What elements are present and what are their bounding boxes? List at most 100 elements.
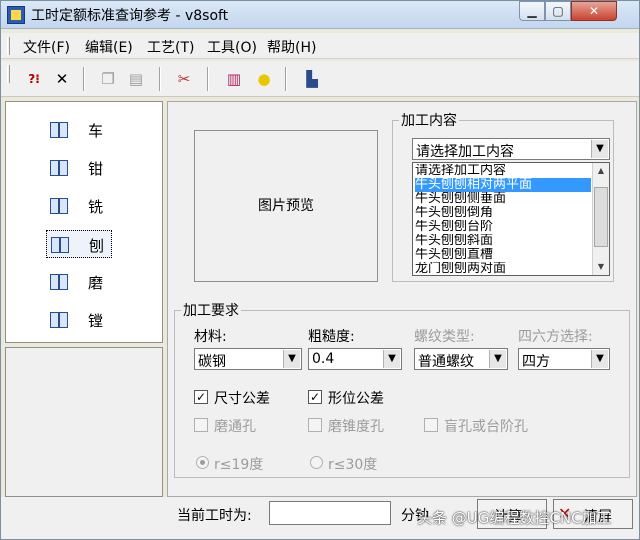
machining-requirements-legend: 加工要求 — [183, 303, 239, 319]
current-time-field[interactable] — [269, 501, 391, 525]
chevron-down-icon[interactable]: ▼ — [283, 350, 300, 368]
scroll-up-icon[interactable]: ▲ — [593, 163, 609, 179]
roughness-select[interactable]: 0.4 ▼ — [308, 348, 402, 370]
menu-process[interactable]: 工艺(T) — [147, 37, 194, 57]
scroll-down-icon[interactable]: ▼ — [593, 259, 609, 275]
close-x-icon[interactable]: ✕ — [51, 68, 73, 90]
radio-empty-icon — [310, 456, 323, 469]
chevron-down-icon[interactable]: ▼ — [489, 350, 506, 368]
book-icon — [50, 312, 68, 328]
app-window: 工时定额标准查询参考 - v8soft ▁ ▢ ✕ 文件(F) 编辑(E) 工艺… — [0, 0, 640, 540]
nav-item-label: 钳 — [88, 160, 104, 178]
angle-30-radio[interactable]: r≤30度 — [310, 454, 400, 473]
geometric-tolerance-checkbox[interactable]: ✓ 形位公差 — [308, 388, 408, 407]
machining-content-legend: 加工内容 — [401, 113, 457, 129]
dropdown-option[interactable]: 牛头刨刨斜面 — [415, 234, 591, 248]
radio-selected-icon — [196, 456, 209, 469]
grind-through-hole-checkbox[interactable]: 磨通孔 — [194, 416, 294, 435]
material-label: 材料: — [194, 329, 227, 345]
grind-through-hole-label: 磨通孔 — [214, 419, 256, 435]
image-preview-label: 图片预览 — [258, 198, 314, 214]
exit-door-icon[interactable]: ▙ — [301, 68, 323, 90]
nav-item-grinding[interactable]: 磨 — [46, 268, 112, 296]
result-bar: 当前工时为: 分钟 计算 ✕ 清屏 头条 @UG编程数控CNC加工 — [1, 497, 639, 539]
dropdown-option[interactable]: 牛头刨刨倒角 — [415, 206, 591, 220]
roughness-value: 0.4 — [312, 351, 335, 367]
dropdown-option[interactable]: 龙门刨刨两对面 — [415, 262, 591, 275]
material-value: 碳钢 — [198, 354, 226, 370]
grind-taper-hole-checkbox[interactable]: 磨锥度孔 — [308, 416, 408, 435]
nav-item-label: 车 — [88, 122, 104, 140]
tools-icon[interactable]: ✂ — [173, 68, 195, 90]
title-bar: 工时定额标准查询参考 - v8soft ▁ ▢ ✕ — [1, 1, 639, 29]
checkmark-icon: ✓ — [194, 390, 208, 404]
nav-item-fitting[interactable]: 钳 — [46, 154, 112, 182]
blind-step-hole-checkbox[interactable]: 盲孔或台阶孔 — [424, 416, 544, 435]
close-button[interactable]: ✕ — [571, 1, 617, 21]
angle-19-label: r≤19度 — [214, 457, 264, 473]
copy-icon[interactable]: ❐ — [97, 68, 119, 90]
hex-select-value: 四方 — [522, 354, 550, 370]
book-icon — [50, 122, 68, 138]
menu-file[interactable]: 文件(F) — [23, 37, 70, 57]
paste-icon[interactable]: ▤ — [125, 68, 147, 90]
machining-content-value: 请选择加工内容 — [416, 144, 514, 160]
watermark-text: 头条 @UG编程数控CNC加工 — [417, 509, 612, 527]
maximize-button[interactable]: ▢ — [545, 1, 571, 21]
checkbox-box — [308, 418, 322, 432]
app-icon — [7, 6, 25, 24]
nav-item-planing[interactable]: 刨 — [46, 230, 112, 258]
chevron-down-icon[interactable]: ▼ — [383, 350, 400, 368]
help-pointer-icon[interactable]: ?⁝ — [23, 68, 45, 90]
checkbox-box — [194, 418, 208, 432]
thread-type-select[interactable]: 普通螺纹 ▼ — [414, 348, 508, 370]
menu-edit[interactable]: 编辑(E) — [85, 37, 133, 57]
material-select[interactable]: 碳钢 ▼ — [194, 348, 302, 370]
chevron-down-icon[interactable]: ▼ — [591, 350, 608, 368]
toolbar-separator — [207, 67, 209, 91]
hex-select[interactable]: 四方 ▼ — [518, 348, 610, 370]
nav-item-boring[interactable]: 镗 — [46, 306, 112, 334]
machining-content-select[interactable]: 请选择加工内容 ▼ — [412, 138, 610, 160]
nav-item-milling[interactable]: 铣 — [46, 192, 112, 220]
book-icon — [51, 237, 69, 253]
scroll-thumb[interactable] — [594, 187, 608, 247]
checkmark-icon: ✓ — [308, 390, 322, 404]
nav-item-label: 铣 — [88, 198, 104, 216]
menu-bar: 文件(F) 编辑(E) 工艺(T) 工具(O) 帮助(H) — [1, 33, 639, 59]
dropdown-scrollbar[interactable]: ▲ ▼ — [592, 163, 609, 275]
angle-19-radio[interactable]: r≤19度 — [196, 454, 286, 473]
book-icon — [50, 160, 68, 176]
toolbar-grip-icon — [7, 65, 10, 83]
nav-item-label: 镗 — [88, 312, 104, 330]
main-panel: 图片预览 加工内容 请选择加工内容 ▼ 请选择加工内容 牛头刨刨相对两平面 牛头… — [167, 101, 637, 497]
nav-item-label: 刨 — [89, 237, 105, 255]
thread-type-value: 普通螺纹 — [418, 354, 474, 370]
dimension-tolerance-checkbox[interactable]: ✓ 尺寸公差 — [194, 388, 294, 407]
dropdown-option[interactable]: 牛头刨刨侧垂面 — [415, 192, 591, 206]
angle-30-label: r≤30度 — [328, 457, 378, 473]
dropdown-option[interactable]: 牛头刨刨直槽 — [415, 248, 591, 262]
grind-taper-hole-label: 磨锥度孔 — [328, 419, 384, 435]
dropdown-option[interactable]: 请选择加工内容 — [415, 164, 591, 178]
lightbulb-icon[interactable]: ● — [253, 68, 275, 90]
thread-type-label: 螺纹类型: — [414, 329, 475, 345]
toolbar: ?⁝ ✕ ❐ ▤ ✂ ▥ ● ▙ — [1, 61, 639, 97]
blind-step-hole-label: 盲孔或台阶孔 — [444, 419, 528, 435]
toolbar-separator — [285, 67, 287, 91]
geometric-tolerance-label: 形位公差 — [328, 391, 384, 407]
menu-grip-icon — [7, 37, 10, 55]
dropdown-option[interactable]: 牛头刨刨台阶 — [415, 220, 591, 234]
toolbar-separator — [159, 67, 161, 91]
current-time-label: 当前工时为: — [177, 508, 252, 524]
minimize-button[interactable]: ▁ — [519, 1, 545, 21]
menu-help[interactable]: 帮助(H) — [267, 37, 316, 57]
image-preview: 图片预览 — [194, 130, 378, 282]
dimension-tolerance-label: 尺寸公差 — [214, 391, 270, 407]
nav-item-turning[interactable]: 车 — [46, 116, 112, 144]
roughness-label: 粗糙度: — [308, 329, 355, 345]
chevron-down-icon[interactable]: ▼ — [591, 140, 608, 158]
books-icon[interactable]: ▥ — [223, 68, 245, 90]
dropdown-option[interactable]: 牛头刨刨相对两平面 — [415, 178, 591, 192]
menu-tools[interactable]: 工具(O) — [207, 37, 257, 57]
